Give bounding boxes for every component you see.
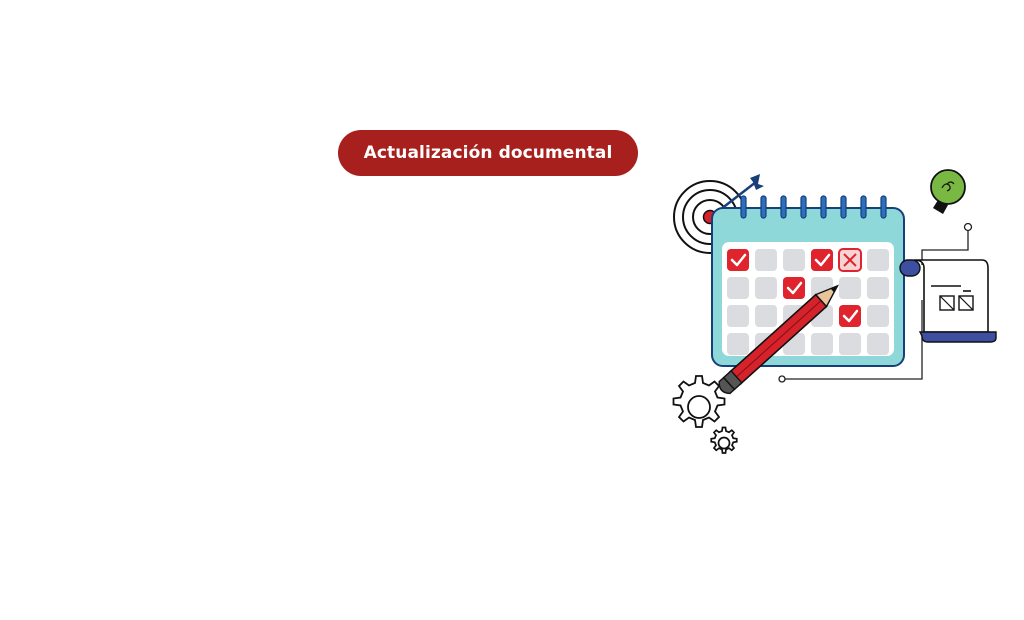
cross-cell — [838, 248, 862, 272]
schedule-illustration — [672, 169, 997, 454]
document-scroll-icon — [899, 259, 997, 343]
section-title-label: Actualización documental — [363, 143, 613, 163]
calendar-icon — [711, 195, 905, 367]
lightbulb-icon — [930, 169, 966, 214]
section-title-badge: Actualización documental — [338, 130, 638, 176]
